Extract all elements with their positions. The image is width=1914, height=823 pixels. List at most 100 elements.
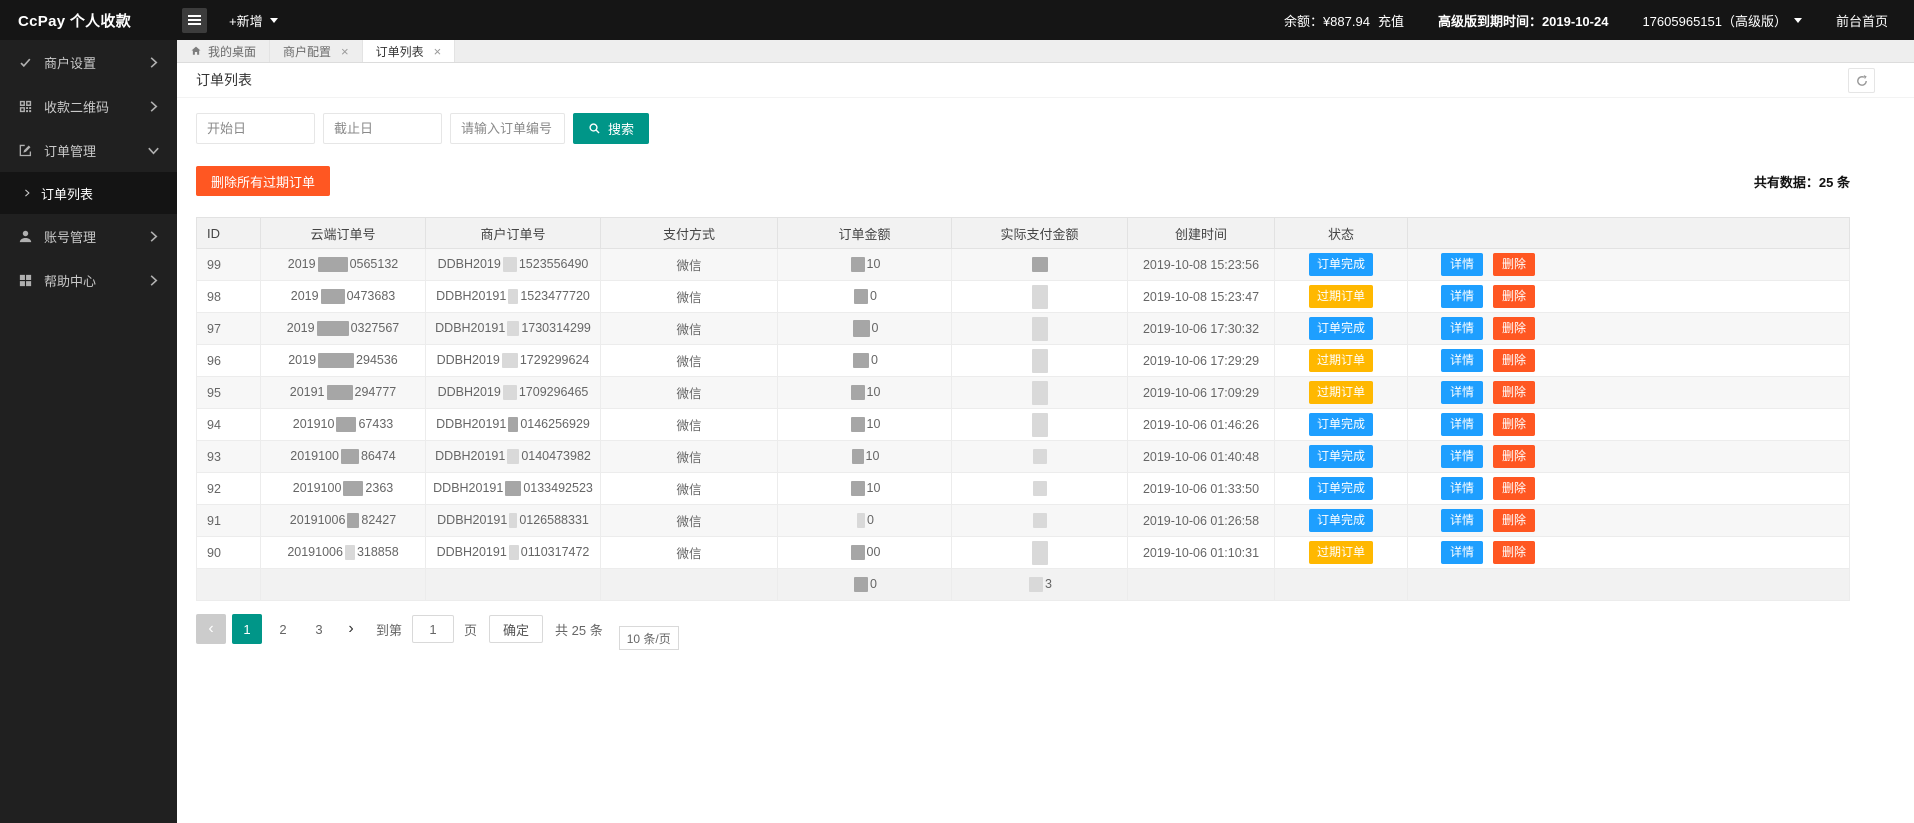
delete-button[interactable]: 删除 <box>1493 445 1535 467</box>
sidebar-item-merchant-settings[interactable]: 商户设置 <box>0 40 177 84</box>
cell-text: 0 <box>870 289 877 303</box>
goto-confirm-button[interactable]: 确定 <box>489 615 543 643</box>
table-row: 9520191294777DDBH20191709296465微信102019-… <box>197 377 1850 409</box>
tabbar: 我的桌面商户配置×订单列表× <box>177 40 1914 63</box>
cell-text: 86474 <box>361 449 396 463</box>
cell-text: 2019100 <box>293 481 342 495</box>
cell-cloud-order: 20191006318858 <box>261 537 426 569</box>
cell-pay-method: 微信 <box>601 505 778 537</box>
cell-merchant-order: DDBH201911730314299 <box>426 313 601 345</box>
cell-text: 0327567 <box>351 321 400 335</box>
cell-text: 0473683 <box>347 289 396 303</box>
redacted-block <box>1032 285 1048 309</box>
summary-status <box>1275 569 1408 601</box>
detail-button[interactable]: 详情 <box>1441 477 1483 499</box>
delete-expired-button[interactable]: 删除所有过期订单 <box>196 166 330 196</box>
order-no-input[interactable] <box>450 113 565 144</box>
sidebar-item-label: 订单管理 <box>44 141 135 160</box>
cell-actions: 详情删除 <box>1408 473 1850 505</box>
delete-button[interactable]: 删除 <box>1493 509 1535 531</box>
detail-button[interactable]: 详情 <box>1441 413 1483 435</box>
cell-text: 10 <box>867 417 881 431</box>
cell-pay-method: 微信 <box>601 473 778 505</box>
merchant-icon <box>18 55 33 70</box>
sidebar-item-account-management[interactable]: 账号管理 <box>0 214 177 258</box>
detail-button[interactable]: 详情 <box>1441 317 1483 339</box>
recharge-link[interactable]: 充值 <box>1378 11 1404 30</box>
table-summary-row: 03 <box>197 569 1850 601</box>
close-icon[interactable]: × <box>434 45 442 58</box>
delete-button[interactable]: 删除 <box>1493 413 1535 435</box>
detail-button[interactable]: 详情 <box>1441 509 1483 531</box>
cell-order-amount: 10 <box>778 473 952 505</box>
cell-text: DDBH20191 <box>433 481 503 495</box>
delete-button[interactable]: 删除 <box>1493 285 1535 307</box>
delete-button[interactable]: 删除 <box>1493 541 1535 563</box>
tab-desktop[interactable]: 我的桌面 <box>177 40 270 62</box>
delete-button[interactable]: 删除 <box>1493 317 1535 339</box>
page-number-button[interactable]: 3 <box>304 614 334 644</box>
page-prev-button[interactable]: ‹ <box>196 614 226 644</box>
sidebar-subitem-label: 订单列表 <box>41 184 93 203</box>
delete-button[interactable]: 删除 <box>1493 253 1535 275</box>
cell-actions: 详情删除 <box>1408 409 1850 441</box>
sidebar-item-qrcode[interactable]: 收款二维码 <box>0 84 177 128</box>
close-icon[interactable]: × <box>341 45 349 58</box>
summary-actions <box>1408 569 1850 601</box>
sidebar-item-order-management[interactable]: 订单管理 <box>0 128 177 172</box>
qrcode-icon <box>18 99 33 114</box>
sidebar-item-help-center[interactable]: 帮助中心 <box>0 258 177 302</box>
cell-text: DDBH20191 <box>436 289 506 303</box>
detail-button[interactable]: 详情 <box>1441 541 1483 563</box>
redacted-block <box>318 353 354 368</box>
page-number-button[interactable]: 2 <box>268 614 298 644</box>
status-badge: 过期订单 <box>1309 381 1373 403</box>
page-size-select[interactable]: 10 条/页 <box>619 626 679 650</box>
add-new-dropdown[interactable]: +新增 <box>229 11 278 30</box>
cell-status: 订单完成 <box>1275 249 1408 281</box>
page-next-button[interactable]: › <box>340 614 362 644</box>
search-button[interactable]: 搜索 <box>573 113 649 144</box>
cell-text: DDBH20191 <box>435 321 505 335</box>
home-icon <box>190 45 202 57</box>
page-number-button[interactable]: 1 <box>232 614 262 644</box>
chevron-right-icon <box>146 99 161 114</box>
cell-actual-amount <box>952 441 1128 473</box>
detail-button[interactable]: 详情 <box>1441 349 1483 371</box>
cell-id: 92 <box>197 473 261 505</box>
delete-button[interactable]: 删除 <box>1493 477 1535 499</box>
detail-button[interactable]: 详情 <box>1441 253 1483 275</box>
tab-order-list[interactable]: 订单列表× <box>363 40 456 62</box>
menu-toggle-button[interactable] <box>182 8 207 33</box>
account-label: 17605965151（高级版） <box>1642 11 1787 30</box>
cell-text: DDBH20191 <box>437 513 507 527</box>
goto-page-input[interactable] <box>412 615 454 643</box>
account-dropdown[interactable]: 17605965151（高级版） <box>1642 11 1802 30</box>
cell-merchant-order: DDBH201910110317472 <box>426 537 601 569</box>
sidebar-subitem-order-list[interactable]: 订单列表 <box>0 172 177 214</box>
tab-merchant-config[interactable]: 商户配置× <box>270 40 363 62</box>
cell-actions: 详情删除 <box>1408 345 1850 377</box>
start-date-input[interactable] <box>196 113 315 144</box>
table-row: 9820190473683DDBH201911523477720微信02019-… <box>197 281 1850 313</box>
front-home-link[interactable]: 前台首页 <box>1836 11 1888 30</box>
summary-pay <box>601 569 778 601</box>
cell-created-time: 2019-10-06 01:46:26 <box>1128 409 1275 441</box>
total-data-label: 共有数据：25 条 <box>1754 172 1850 191</box>
refresh-button[interactable] <box>1848 68 1875 93</box>
column-header: 云端订单号 <box>261 218 426 249</box>
detail-button[interactable]: 详情 <box>1441 445 1483 467</box>
status-badge: 订单完成 <box>1309 317 1373 339</box>
delete-button[interactable]: 删除 <box>1493 381 1535 403</box>
redacted-block <box>851 417 865 432</box>
end-date-input[interactable] <box>323 113 442 144</box>
redacted-block <box>854 289 868 304</box>
cell-text: 1709296465 <box>519 385 589 399</box>
detail-button[interactable]: 详情 <box>1441 381 1483 403</box>
content-area: 搜索 删除所有过期订单 共有数据：25 条 ID云端订单号商户订单号支付方式订单… <box>177 98 1914 823</box>
delete-button[interactable]: 删除 <box>1493 349 1535 371</box>
redacted-block <box>317 321 349 336</box>
action-row: 删除所有过期订单 共有数据：25 条 <box>196 166 1850 196</box>
detail-button[interactable]: 详情 <box>1441 285 1483 307</box>
cell-order-amount: 10 <box>778 249 952 281</box>
